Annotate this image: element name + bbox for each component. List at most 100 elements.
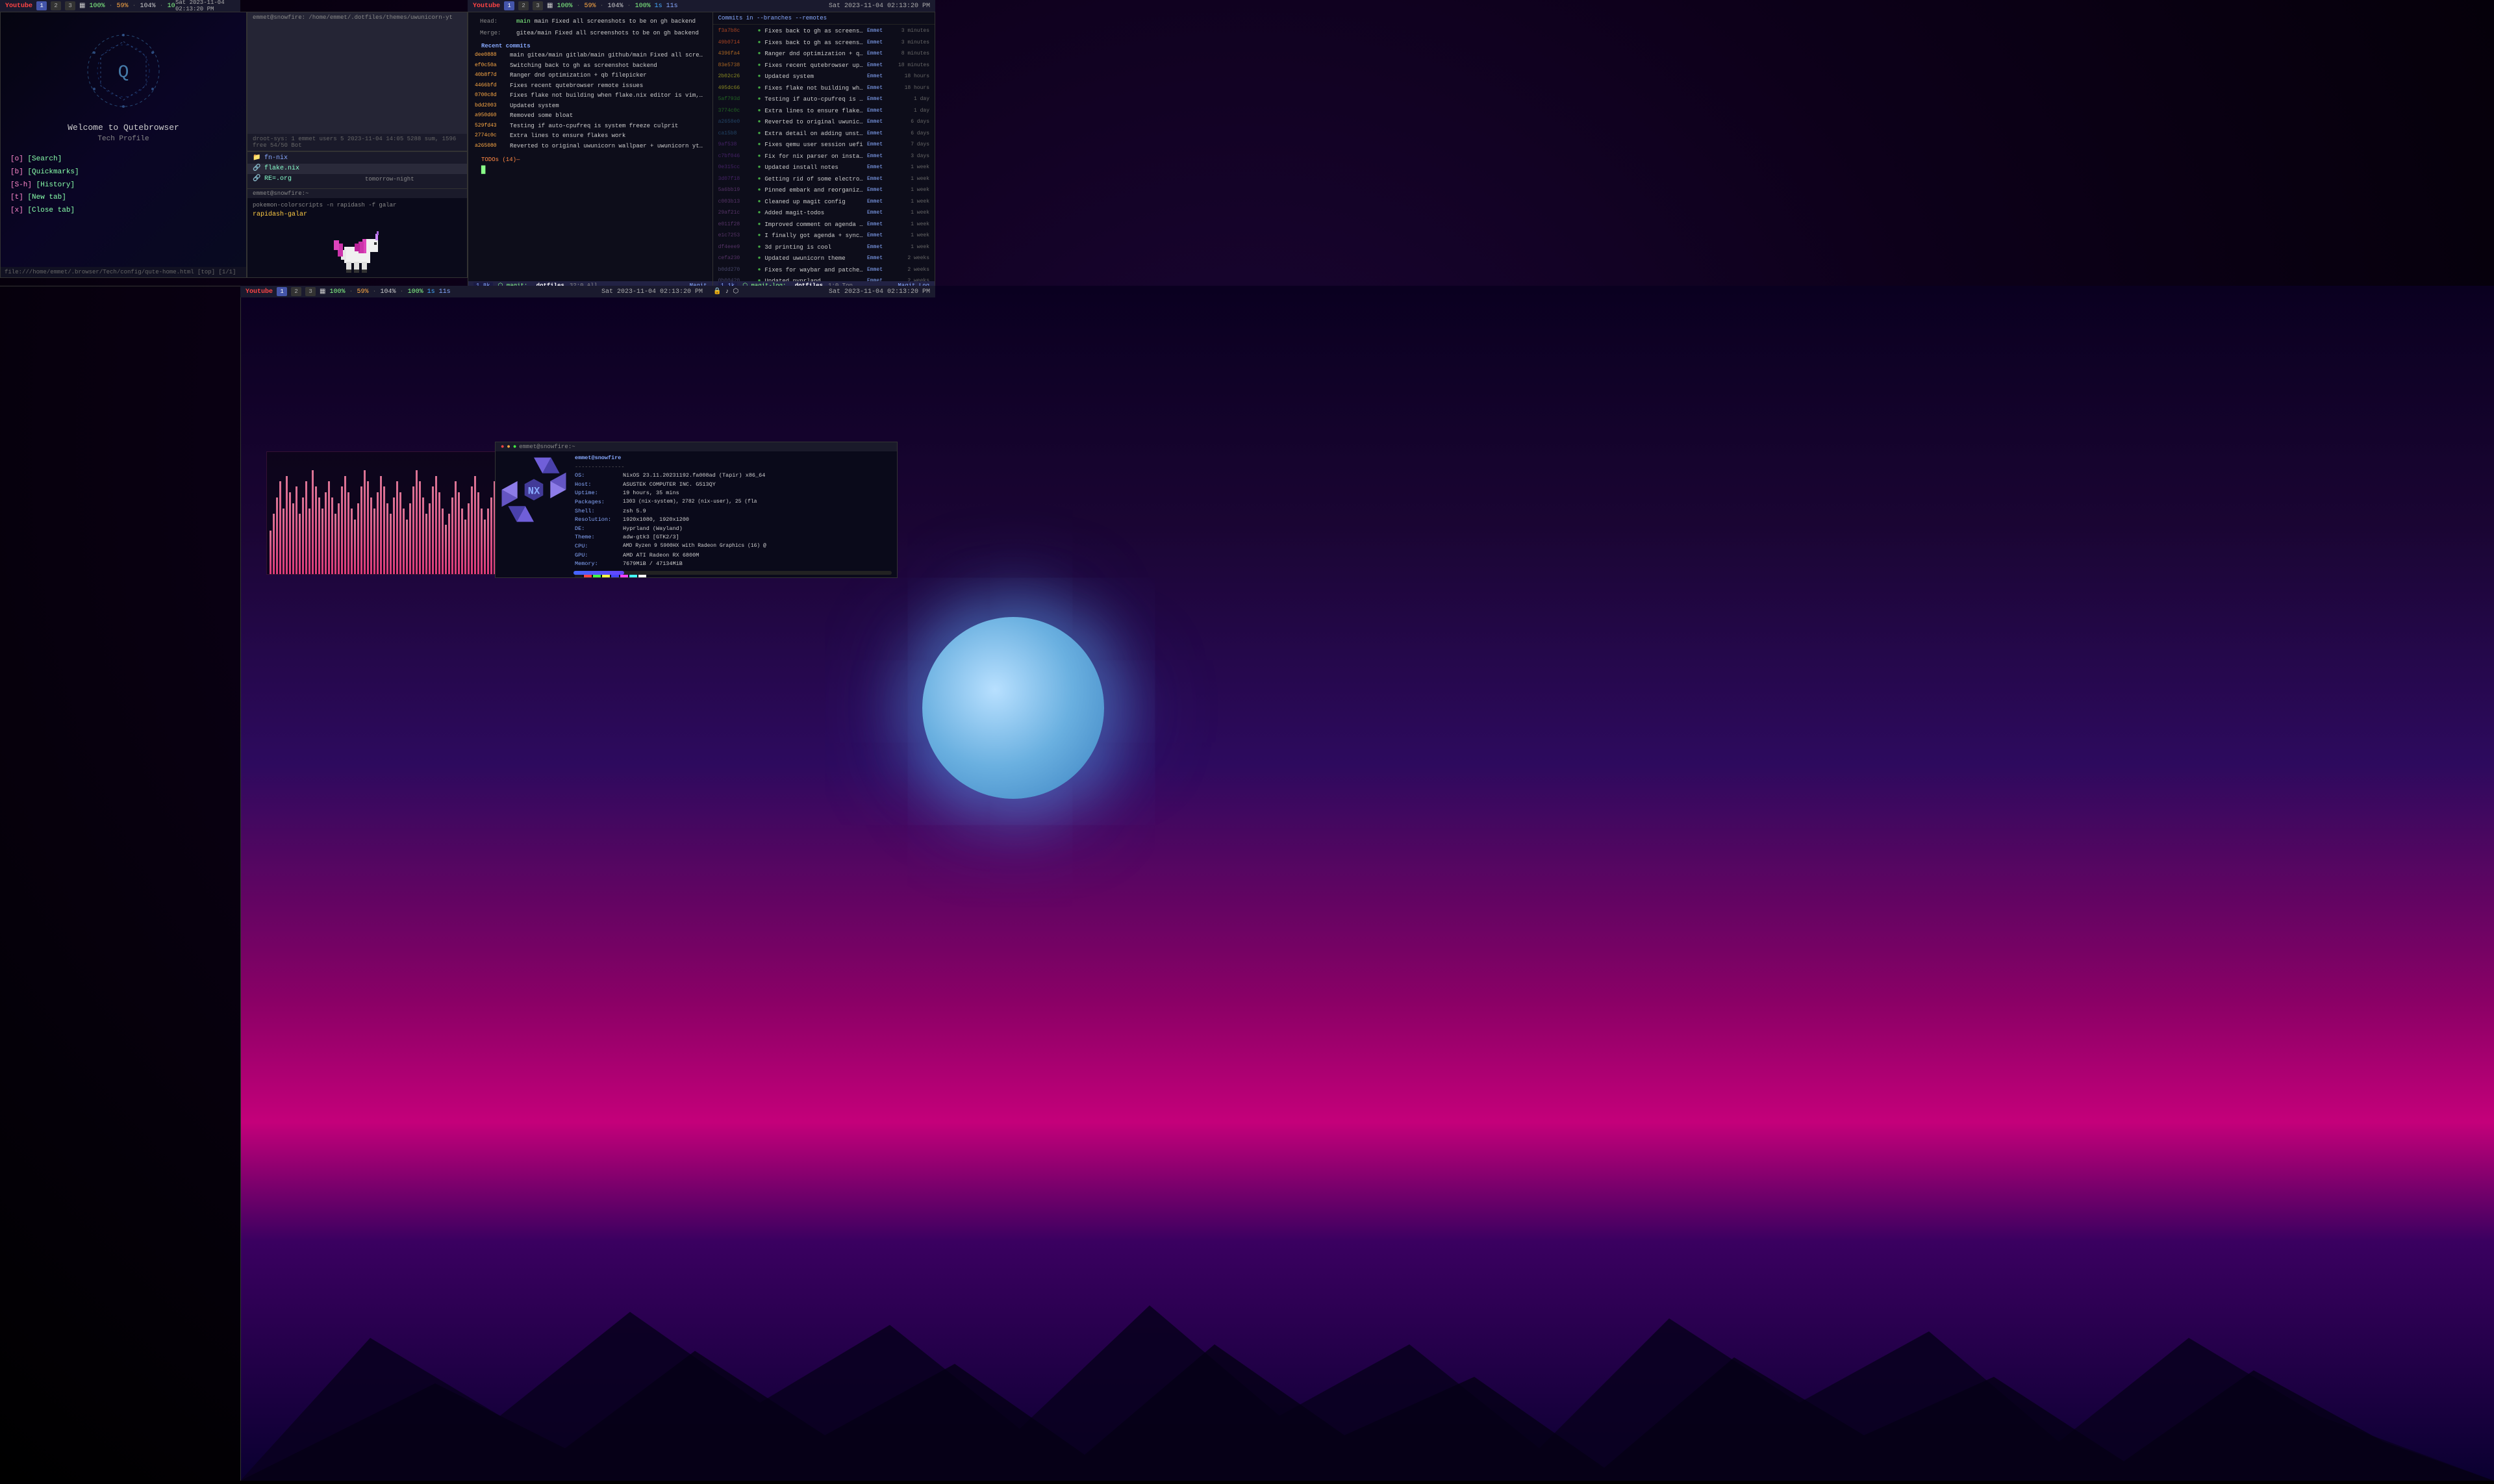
audio-bar [286, 476, 288, 574]
mem-usage: 59% [117, 3, 129, 10]
audio-bar [490, 497, 492, 574]
audio-bar [273, 514, 275, 574]
menu-closetab[interactable]: [x] [Close tab] [10, 205, 236, 218]
audio-bar [380, 476, 382, 574]
tag-bl2[interactable]: 2 [291, 287, 301, 296]
tag-bl3[interactable]: 3 [305, 287, 316, 296]
timestamp-tr: Sat 2023-11-04 02:13:20 PM [829, 3, 930, 10]
menu-quickmarks[interactable]: [b] [Quickmarks] [10, 166, 236, 179]
todos-header: TODOs (14)— [475, 151, 706, 164]
net-r: 1s [655, 3, 662, 10]
nixos-logo: NX [498, 454, 570, 525]
tag-bl1[interactable]: 1 [277, 287, 287, 296]
audio-bar [455, 481, 457, 574]
audio-bar [312, 470, 314, 574]
log-item: 5af793d ● Testing if auto-cpufreq is sys… [713, 94, 935, 106]
git-panel: Head: main main Fixed all screenshots to… [468, 12, 935, 291]
freq-r: 104% [608, 3, 624, 10]
tag-r1[interactable]: 1 [504, 1, 514, 10]
pokemon-cmd: pokemon-colorscripts -n rapidash -f gala… [253, 202, 462, 208]
audio-bar [468, 503, 470, 574]
audio-bar [373, 509, 375, 574]
pokemon-name: rapidash-galar [253, 211, 462, 218]
cursor-indicator: ▊ [475, 164, 706, 176]
qutebrowser-window: Q Welcome to Qutebrowser Tech Profile [o… [0, 12, 247, 278]
net-bl: 1s [427, 288, 435, 296]
audio-bar [334, 514, 336, 574]
log-item: 4396fa4 ● Ranger dnd optimization + qb f… [713, 49, 935, 60]
audio-bar [464, 520, 466, 574]
audio-bar [425, 514, 427, 574]
audio-bar [393, 497, 395, 574]
cpu-r: 100% [557, 3, 572, 10]
qute-statusbar: file:///home/emmet/.browser/Tech/config/… [1, 267, 246, 277]
filebrowser-statusbar: droot-sys: 1 emmet users 5 2023-11-04 14… [247, 134, 467, 151]
log-item: 29af21c ● Added magit-todos Emmet 1 week [713, 208, 935, 220]
audio-bar [367, 481, 369, 574]
bat-r: 100% [635, 3, 651, 10]
neofetch-window: ● ● ● emmet@snowfire:~ NX [495, 442, 898, 578]
audio-bar [354, 520, 356, 574]
youtube-tag: Youtube [5, 3, 32, 10]
audio-bar [403, 509, 405, 574]
neo-gpu: GPU: AMD ATI Radeon RX 6800M [575, 551, 894, 560]
tag-1[interactable]: 1 [36, 1, 47, 10]
svg-text:NX: NX [528, 486, 540, 497]
audio-bar [315, 486, 317, 574]
neo-resolution: Resolution: 1920x1080, 1920x1200 [575, 516, 894, 525]
bat-bl: 100% [408, 288, 423, 296]
audio-bar [338, 503, 340, 574]
commits-header: Commits in --branches --remotes [713, 12, 935, 25]
audio-bar [383, 486, 385, 574]
filebrowser-window: emmet@snowfire: /home/emmet/.dotfiles/th… [247, 12, 468, 151]
neofetch-titlebar: ● ● ● emmet@snowfire:~ [496, 442, 897, 451]
neo-theme: Theme: adw-gtk3 [GTK2/3] [575, 533, 894, 542]
audio-bar [331, 497, 333, 574]
audio-bar [461, 509, 463, 574]
audio-bar [442, 509, 444, 574]
icons-br: 🔒 ♪ ⬡ [713, 288, 738, 296]
tag-2[interactable]: 2 [51, 1, 61, 10]
file-item: 🔗 RE=.org tomorrow-night [247, 174, 467, 184]
audio-bar [364, 470, 366, 574]
audio-bar [341, 486, 343, 574]
commits-log: f3a7b8c ● Fixes back to gh as screenshot… [713, 25, 935, 290]
audio-bar [305, 481, 307, 574]
audio-bar [296, 486, 297, 574]
tag-3[interactable]: 3 [65, 1, 75, 10]
audio-bar [487, 509, 489, 574]
audio-bar [481, 509, 483, 574]
audio-bar [302, 497, 304, 574]
mem-r: 59% [585, 3, 596, 10]
neo-host: Host: ASUSTEK COMPUTER INC. G513QY [575, 481, 894, 490]
moon [922, 617, 1104, 799]
cpu-bl: 100% [329, 288, 345, 296]
qute-title: Welcome to Qutebrowser [10, 123, 236, 132]
neo-de: DE: Hyprland (Wayland) [575, 525, 894, 534]
neo-os: OS: NixOS 23.11.20231192.fa008ad (Tapir)… [575, 472, 894, 481]
audio-bar [318, 497, 320, 574]
audio-bar [432, 486, 434, 574]
freq: 104% [140, 3, 156, 10]
audio-bar [299, 514, 301, 574]
audio-bar [321, 509, 323, 574]
commit-list: dee0888 main gitea/main gitlab/main gith… [475, 51, 706, 151]
statusbar-topright: Youtube 1 2 3 ▦ 100% · 59% · 104% · 100%… [468, 0, 935, 12]
log-item: cefa230 ● Updated uwunicorn theme Emmet … [713, 253, 935, 265]
tag-r3[interactable]: 3 [533, 1, 543, 10]
neo-shell: Shell: zsh 5.9 [575, 507, 894, 516]
log-item: 3774c0c ● Extra lines to ensure flakes w… [713, 106, 935, 118]
menu-search[interactable]: [o] [Search] [10, 153, 236, 166]
neofetch-content: NX emmet@snowfire --------------- OS: Ni… [496, 451, 897, 578]
audio-bar [416, 470, 418, 574]
menu-newtab[interactable]: [t] [New tab] [10, 192, 236, 205]
layout-icon-bl: ▦ [320, 288, 325, 296]
tag-r2[interactable]: 2 [518, 1, 529, 10]
filebrowser-titlebar: emmet@snowfire: /home/emmet/.dotfiles/th… [247, 12, 468, 151]
youtube-tag-bl: Youtube [246, 288, 273, 296]
log-item: b0dd270 ● Fixes for waybar and patched c… [713, 265, 935, 277]
audio-bar [409, 503, 411, 574]
log-item: e1c7253 ● I finally got agenda + syncthi… [713, 231, 935, 242]
log-item: c7bf046 ● Fix for nix parser on install.… [713, 151, 935, 163]
menu-history[interactable]: [S-h] [History] [10, 179, 236, 192]
